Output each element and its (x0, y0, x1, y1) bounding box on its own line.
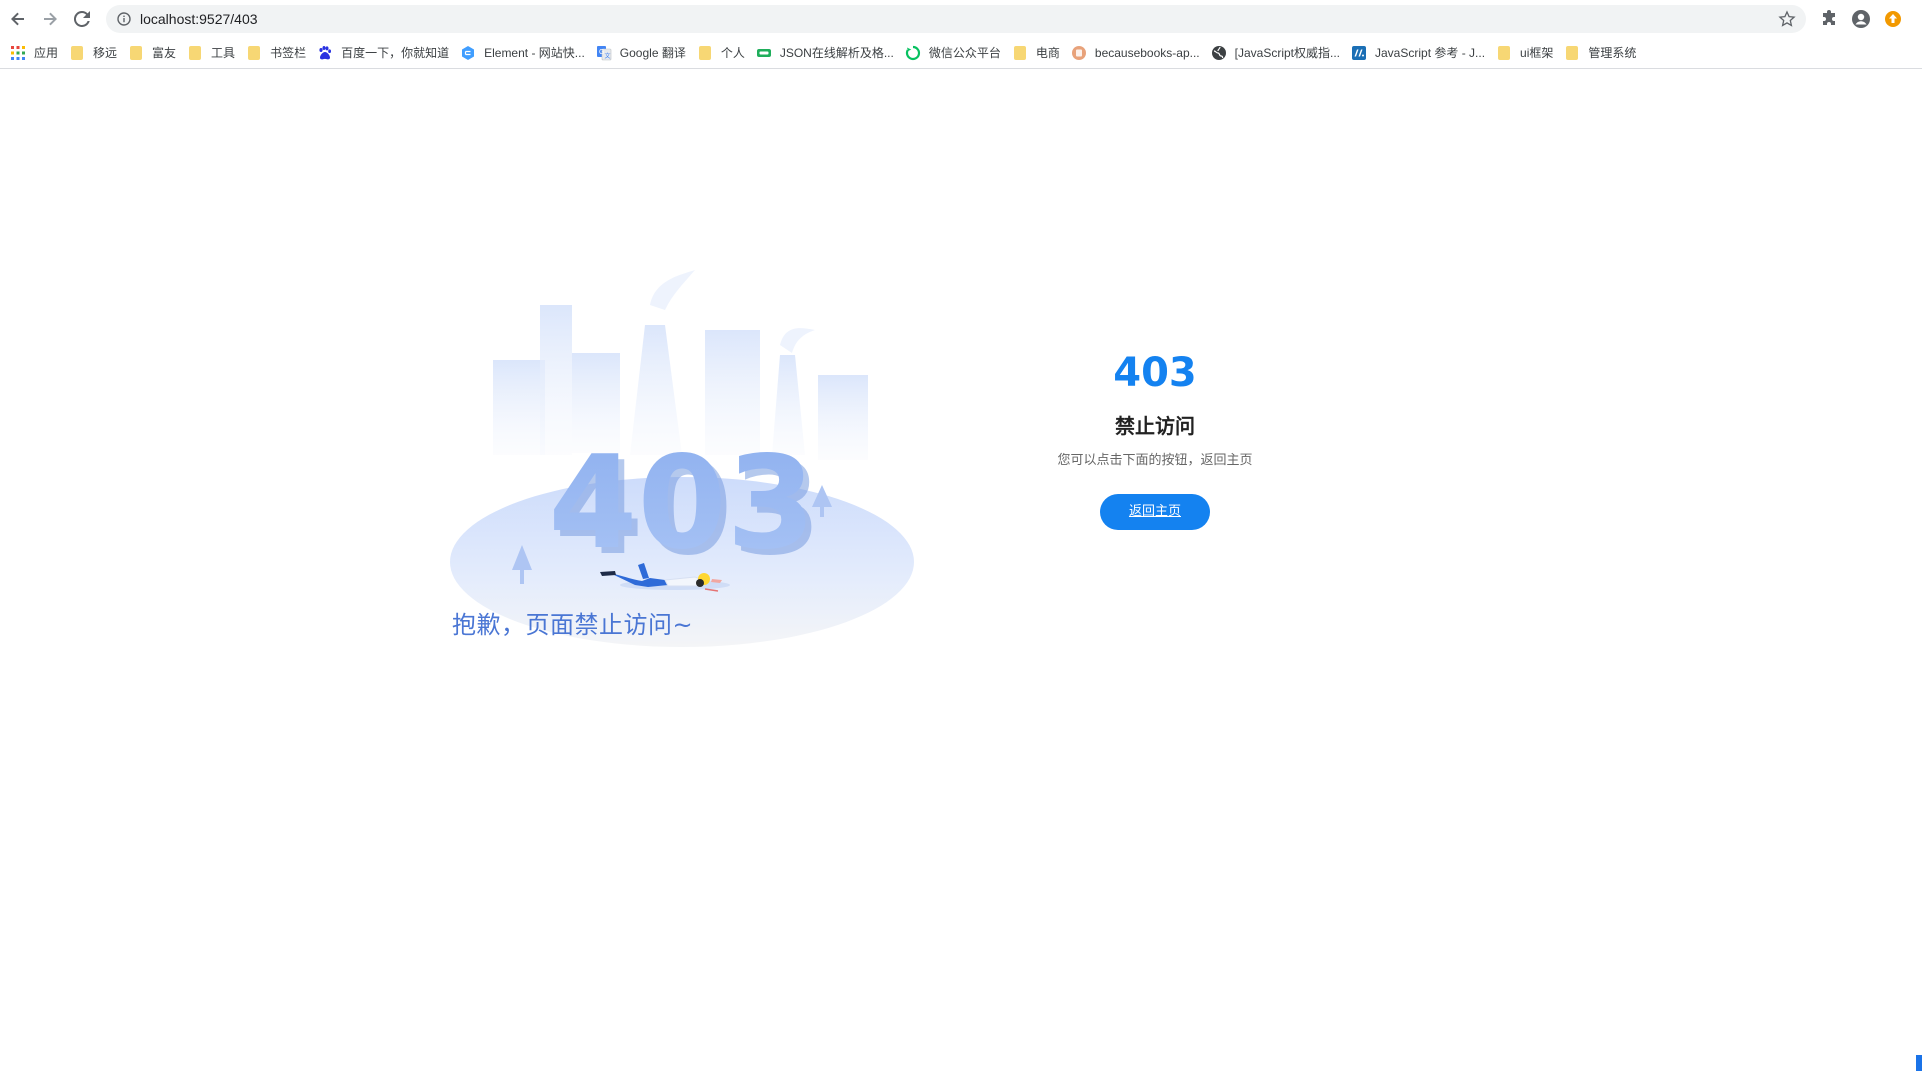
bookmark-label: [JavaScript权威指... (1234, 46, 1340, 60)
address-bar[interactable]: localhost:9527/403 (106, 5, 1806, 33)
update-icon[interactable] (1882, 8, 1904, 30)
bookmark-label: 微信公众平台 (928, 46, 1001, 60)
bookmark-becausebooks[interactable]: becausebooks-ap... (1069, 41, 1209, 65)
folder-icon (1013, 45, 1026, 60)
globe-icon (1211, 45, 1226, 60)
back-button[interactable] (6, 7, 30, 31)
bookmark-label: 工具 (211, 46, 236, 60)
bookmarks-bar: 应用 移远 富友 工具 书签栏 百度一下，你就知道 Element - 网站快.… (0, 37, 1922, 69)
bookmark-label: JSON在线解析及格... (779, 46, 894, 60)
bookmark-folder-ui-frameworks[interactable]: ui框架 (1494, 41, 1562, 65)
info-icon[interactable] (116, 11, 132, 27)
bookmark-label: becausebooks-ap... (1094, 45, 1200, 60)
folder-icon (1566, 45, 1579, 60)
error-code: 403 (1113, 350, 1197, 396)
window-edge-indicator (1916, 1055, 1922, 1071)
baidu-paw-icon (319, 45, 332, 59)
bookmark-label: 百度一下，你就知道 (341, 46, 450, 60)
sorry-message: 抱歉，页面禁止访问~ (452, 611, 694, 639)
bookmark-label: 管理系统 (1588, 46, 1637, 60)
bookmark-folder-admin-systems[interactable]: 管理系统 (1562, 41, 1645, 65)
forward-arrow-icon (44, 12, 57, 26)
bookmark-label: 应用 (34, 46, 59, 60)
bookmark-folder-fuyou[interactable]: 富友 (126, 41, 185, 65)
extensions-icon[interactable] (1818, 8, 1840, 30)
bookmark-label: 富友 (152, 46, 177, 60)
bookmark-folder-bar[interactable]: 书签栏 (244, 41, 315, 65)
bookmark-label: 书签栏 (270, 46, 307, 60)
profile-icon[interactable] (1850, 8, 1872, 30)
reload-button[interactable] (70, 7, 94, 31)
bookmark-json[interactable]: JSON在线解析及格... (754, 41, 903, 65)
illustration-403-digits: 403 403 (548, 429, 821, 584)
illustration-403-text: 403 (548, 429, 815, 578)
forbidden-illustration: 403 403 (450, 270, 914, 647)
element-icon (462, 45, 475, 60)
wechat-icon (905, 45, 920, 60)
back-arrow-icon (11, 12, 24, 26)
svg-text:文: 文 (604, 52, 610, 60)
bookmark-label: 电商 (1035, 46, 1060, 60)
google-translate-icon: G文 (596, 45, 612, 60)
bookmark-google-translate[interactable]: G文 Google 翻译 (594, 41, 695, 65)
star-icon[interactable] (1778, 10, 1796, 28)
bookmark-apps[interactable]: 应用 (8, 41, 67, 65)
folder-icon (698, 45, 711, 60)
bookmark-folder-yiyuan[interactable]: 移远 (67, 41, 126, 65)
bookmark-js-definitive-guide[interactable]: [JavaScript权威指... (1209, 41, 1349, 65)
bookmark-element[interactable]: Element - 网站快... (458, 41, 594, 65)
bookmark-folder-personal[interactable]: 个人 (695, 41, 754, 65)
back-home-button[interactable]: 返回主页 (1100, 494, 1210, 530)
browser-toolbar: localhost:9527/403 (0, 0, 1922, 37)
bookmark-label: 个人 (720, 46, 745, 60)
folder-icon (1498, 45, 1511, 60)
forward-button[interactable] (38, 7, 62, 31)
error-description: 您可以点击下面的按钮，返回主页 (1057, 453, 1253, 468)
bookmark-label: ui框架 (1520, 46, 1554, 60)
bookmark-label: Google 翻译 (619, 46, 686, 60)
url-text: localhost:9527/403 (140, 11, 258, 27)
folder-icon (248, 45, 261, 60)
bookmark-baidu[interactable]: 百度一下，你就知道 (315, 41, 458, 65)
bookmark-label: 移远 (93, 46, 118, 60)
bookmark-wechat[interactable]: 微信公众平台 (903, 41, 1010, 65)
folder-icon (71, 45, 84, 60)
bookmark-folder-ecommerce[interactable]: 电商 (1010, 41, 1069, 65)
page-content: 403 403 抱歉，页面禁止访问~ 403 禁止访问 您可以点击下面的按钮，返… (0, 70, 1922, 1071)
apps-grid-icon (11, 45, 25, 60)
bookmark-label: Element - 网站快... (484, 46, 585, 60)
becausebooks-icon (1071, 45, 1086, 60)
reload-icon (74, 11, 90, 27)
json-icon (756, 48, 771, 57)
mdn-icon (1352, 45, 1366, 60)
folder-icon (130, 45, 143, 60)
bookmark-mdn-js[interactable]: JavaScript 参考 - J... (1349, 41, 1494, 65)
error-info-panel: 403 禁止访问 您可以点击下面的按钮，返回主页 返回主页 (1030, 350, 1280, 530)
error-title: 禁止访问 (1115, 414, 1195, 438)
bookmark-folder-tools[interactable]: 工具 (185, 41, 244, 65)
bookmark-label: JavaScript 参考 - J... (1375, 46, 1486, 60)
folder-icon (189, 45, 202, 60)
